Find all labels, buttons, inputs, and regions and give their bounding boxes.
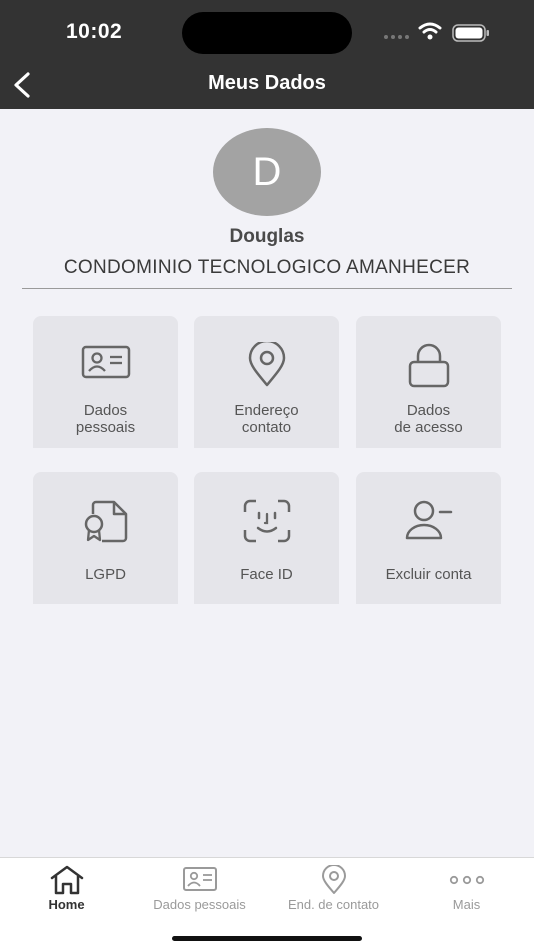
tab-contact-address[interactable]: End. de contato <box>267 858 400 918</box>
avatar: D <box>213 128 321 216</box>
tab-label: Mais <box>452 897 481 912</box>
tile-label: Face ID <box>240 566 293 583</box>
tab-personal-data[interactable]: Dados pessoais <box>133 858 266 918</box>
tab-label: End. de contato <box>287 897 380 912</box>
home-icon <box>50 865 83 895</box>
tab-label: Dados pessoais <box>153 897 246 912</box>
certificate-document-icon <box>84 500 127 543</box>
wifi-icon <box>418 22 442 40</box>
tab-home[interactable]: Home <box>0 858 133 918</box>
id-card-icon <box>182 867 217 891</box>
lock-icon <box>408 343 449 388</box>
tile-label: Excluir conta <box>385 566 472 583</box>
more-dots-icon <box>449 875 484 885</box>
status-time: 10:02 <box>66 20 123 43</box>
tile-label: Dados de acesso <box>394 402 463 436</box>
tab-label: Home <box>48 897 85 912</box>
page-title: Meus Dados <box>208 72 326 94</box>
divider <box>22 288 512 289</box>
condominium-name: CONDOMINIO TECNOLOGICO AMANHECER <box>63 257 471 278</box>
tile-delete-account[interactable]: Excluir conta <box>356 472 501 604</box>
battery-icon <box>452 24 489 42</box>
tab-more[interactable]: Mais <box>400 858 533 918</box>
user-name: Douglas <box>229 226 305 247</box>
tile-label: Dados pessoais <box>75 402 136 436</box>
tile-personal-data[interactable]: Dados pessoais <box>33 316 178 448</box>
tile-contact-address[interactable]: Endereço contato <box>194 316 339 448</box>
tile-lgpd[interactable]: LGPD <box>33 472 178 604</box>
top-bar: 10:02 Meus Dados <box>0 0 534 109</box>
location-pin-icon <box>248 342 285 387</box>
tile-label: LGPD <box>85 566 126 583</box>
remove-user-icon <box>405 500 452 540</box>
tile-access-data[interactable]: Dados de acesso <box>356 316 501 448</box>
face-id-icon <box>243 499 290 543</box>
dynamic-island <box>182 12 352 54</box>
cellular-signal-icon <box>384 35 409 39</box>
home-indicator[interactable] <box>172 936 362 941</box>
tile-label: Endereço contato <box>234 402 299 436</box>
location-pin-icon <box>321 865 346 894</box>
id-card-icon <box>81 345 130 379</box>
tile-face-id[interactable]: Face ID <box>194 472 339 604</box>
